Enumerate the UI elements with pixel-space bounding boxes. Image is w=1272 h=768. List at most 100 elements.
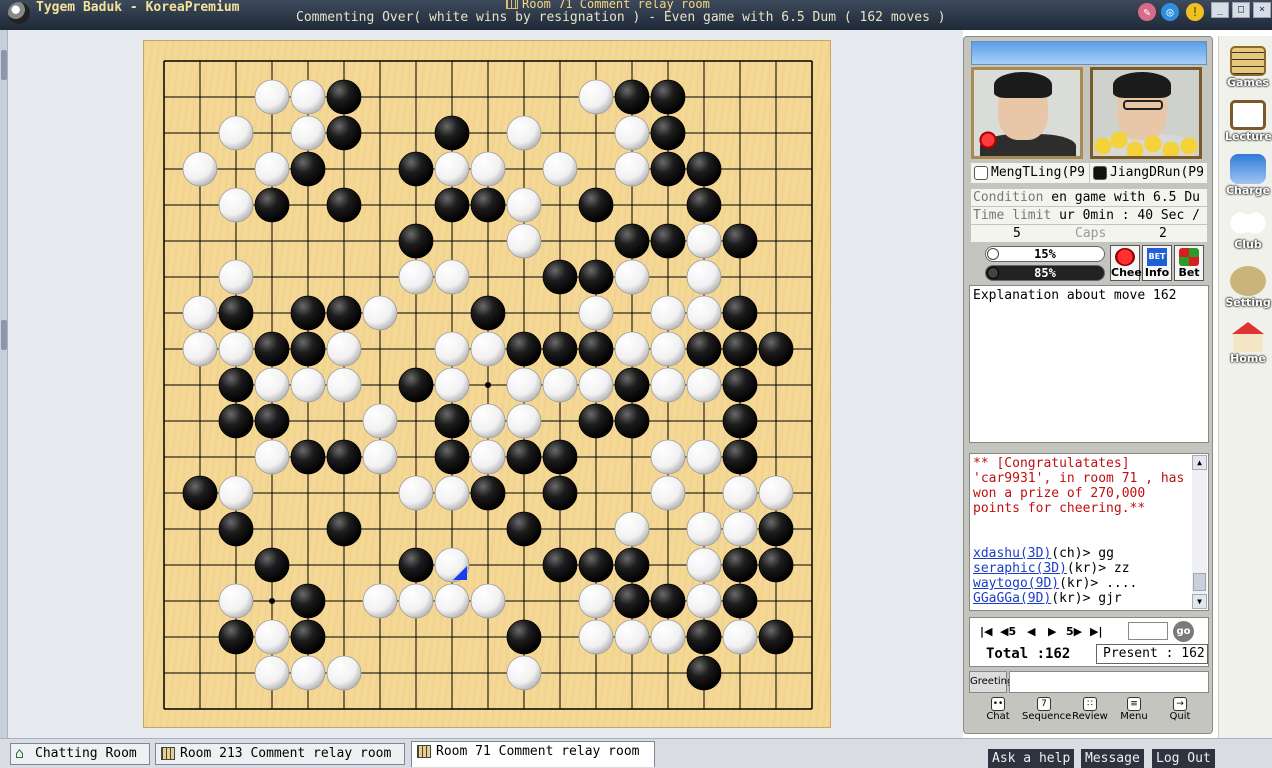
white-stone[interactable] xyxy=(326,331,362,367)
sequence-tool-button[interactable]: 7 Sequence xyxy=(1022,697,1071,729)
white-stone[interactable] xyxy=(614,259,650,295)
scroll-up-icon[interactable]: ▲ xyxy=(1192,455,1207,470)
logout-button[interactable]: Log Out xyxy=(1152,749,1215,768)
white-stone[interactable] xyxy=(686,367,722,403)
white-stone[interactable] xyxy=(290,79,326,115)
black-stone[interactable] xyxy=(650,583,686,619)
white-stone[interactable] xyxy=(254,151,290,187)
white-stone[interactable] xyxy=(434,475,470,511)
black-stone[interactable] xyxy=(722,295,758,331)
chat-tool-button[interactable]: •• Chat xyxy=(976,697,1020,729)
black-stone[interactable] xyxy=(506,331,542,367)
lightbulb-icon[interactable]: ! xyxy=(1186,3,1204,21)
black-stone[interactable] xyxy=(614,79,650,115)
white-stone[interactable] xyxy=(578,295,614,331)
black-stone[interactable] xyxy=(398,223,434,259)
info-button[interactable]: BET Info xyxy=(1142,245,1172,281)
black-stone[interactable] xyxy=(758,331,794,367)
black-stone[interactable] xyxy=(722,223,758,259)
scroll-down-icon[interactable]: ▼ xyxy=(1192,594,1207,609)
white-stone[interactable] xyxy=(686,295,722,331)
white-stone[interactable] xyxy=(650,331,686,367)
black-stone[interactable] xyxy=(686,655,722,691)
last-move-button[interactable]: ▶| xyxy=(1090,624,1102,640)
white-stone[interactable] xyxy=(434,331,470,367)
chat-user-link[interactable]: xdashu(3D) xyxy=(973,546,1051,561)
white-stone[interactable] xyxy=(254,619,290,655)
quit-tool-button[interactable]: → Quit xyxy=(1158,697,1202,729)
black-stone[interactable] xyxy=(218,511,254,547)
black-stone[interactable] xyxy=(326,439,362,475)
white-stone[interactable] xyxy=(398,259,434,295)
white-stone[interactable] xyxy=(218,187,254,223)
white-stone[interactable] xyxy=(326,367,362,403)
white-stone[interactable] xyxy=(506,367,542,403)
white-stone[interactable] xyxy=(722,511,758,547)
black-stone[interactable] xyxy=(398,547,434,583)
black-stone[interactable] xyxy=(722,439,758,475)
forward-5-button[interactable]: 5▶ xyxy=(1066,624,1082,640)
white-stone[interactable] xyxy=(398,475,434,511)
maximize-button[interactable]: □ xyxy=(1232,2,1250,18)
black-stone[interactable] xyxy=(218,619,254,655)
ask-help-button[interactable]: Ask a help xyxy=(988,749,1075,768)
menu-tool-button[interactable]: ≡ Menu xyxy=(1112,697,1156,729)
white-stone[interactable] xyxy=(182,295,218,331)
black-stone[interactable] xyxy=(506,439,542,475)
white-stone[interactable] xyxy=(578,619,614,655)
white-stone[interactable] xyxy=(614,151,650,187)
previous-move-button[interactable]: ◀ xyxy=(1027,624,1035,640)
white-stone[interactable] xyxy=(506,223,542,259)
magnifier-icon[interactable]: ◎ xyxy=(1161,3,1179,21)
board-grid[interactable] xyxy=(144,41,832,729)
black-stone[interactable] xyxy=(290,151,326,187)
black-stone[interactable] xyxy=(686,151,722,187)
white-stone[interactable] xyxy=(218,259,254,295)
white-stone[interactable] xyxy=(686,259,722,295)
review-tool-button[interactable]: ∷ Review xyxy=(1068,697,1112,729)
black-stone[interactable] xyxy=(218,367,254,403)
black-stone[interactable] xyxy=(758,547,794,583)
black-stone[interactable] xyxy=(614,403,650,439)
close-button[interactable]: × xyxy=(1253,2,1271,18)
black-stone[interactable] xyxy=(542,475,578,511)
bet-button[interactable]: Bet xyxy=(1174,245,1204,281)
black-stone[interactable] xyxy=(254,547,290,583)
black-stone[interactable] xyxy=(326,511,362,547)
black-stone[interactable] xyxy=(542,439,578,475)
black-stone[interactable] xyxy=(434,439,470,475)
white-stone[interactable] xyxy=(722,619,758,655)
white-player-avatar[interactable] xyxy=(971,67,1083,159)
black-stone[interactable] xyxy=(326,187,362,223)
white-player-name[interactable]: MengTLing(P9 xyxy=(971,163,1089,183)
black-stone[interactable] xyxy=(254,187,290,223)
white-stone[interactable] xyxy=(506,187,542,223)
white-stone[interactable] xyxy=(182,151,218,187)
white-stone[interactable] xyxy=(290,655,326,691)
next-move-button[interactable]: ▶ xyxy=(1048,624,1056,640)
home-button[interactable]: Home xyxy=(1225,320,1271,372)
white-stone[interactable] xyxy=(290,367,326,403)
chat-user-link[interactable]: GGaGGa(9D) xyxy=(973,591,1051,606)
black-stone[interactable] xyxy=(542,547,578,583)
white-stone[interactable] xyxy=(506,115,542,151)
white-stone[interactable] xyxy=(686,547,722,583)
black-stone[interactable] xyxy=(470,295,506,331)
greeting-button[interactable]: Greeting xyxy=(969,671,1013,693)
white-stone[interactable] xyxy=(218,115,254,151)
white-stone[interactable] xyxy=(362,583,398,619)
black-stone[interactable] xyxy=(290,295,326,331)
black-stone[interactable] xyxy=(614,547,650,583)
black-stone[interactable] xyxy=(254,403,290,439)
black-stone[interactable] xyxy=(434,115,470,151)
black-stone[interactable] xyxy=(650,115,686,151)
black-stone[interactable] xyxy=(434,187,470,223)
black-stone[interactable] xyxy=(470,187,506,223)
black-stone[interactable] xyxy=(290,583,326,619)
goto-move-input[interactable] xyxy=(1128,622,1168,640)
white-stone[interactable] xyxy=(254,439,290,475)
white-stone[interactable] xyxy=(614,115,650,151)
black-stone[interactable] xyxy=(470,475,506,511)
left-strip-handle[interactable] xyxy=(1,50,7,80)
black-stone[interactable] xyxy=(326,295,362,331)
